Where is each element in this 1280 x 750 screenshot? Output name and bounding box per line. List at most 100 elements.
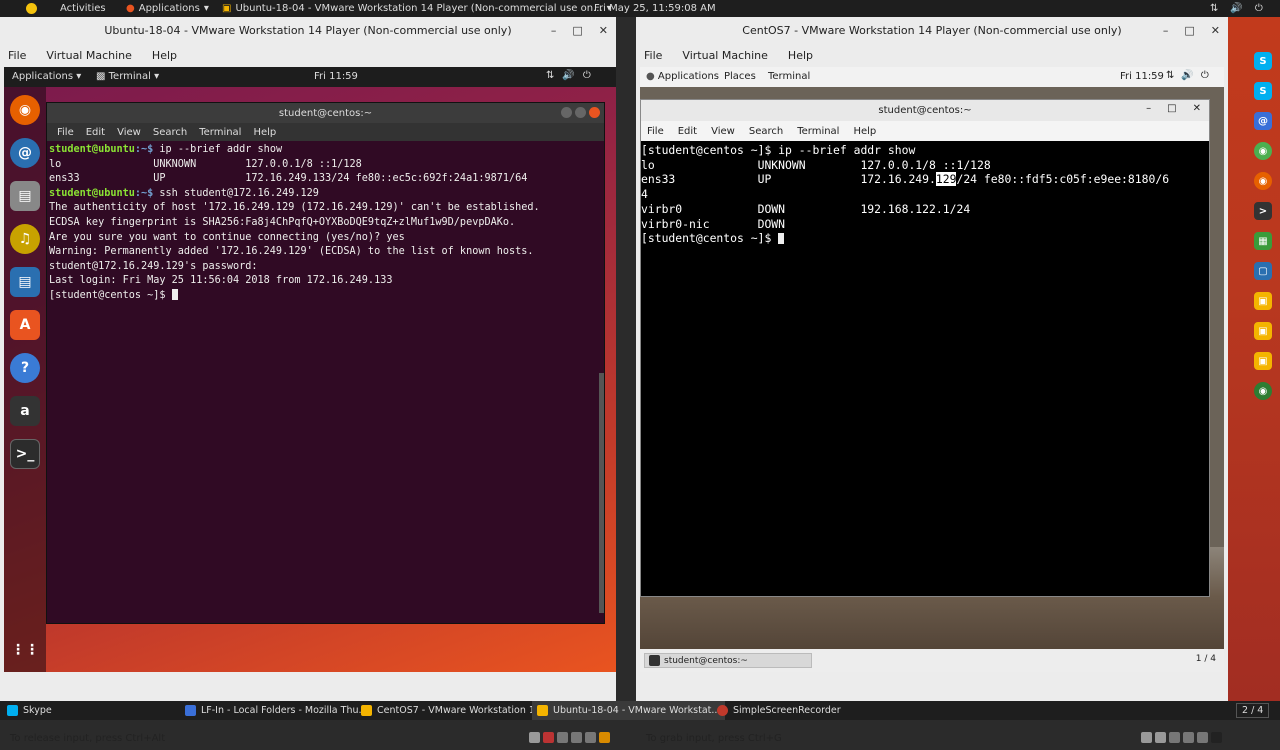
chrome-icon[interactable]: ◉: [1254, 142, 1272, 160]
menu-edit[interactable]: Edit: [86, 127, 105, 138]
minimize-icon[interactable]: –: [1146, 103, 1151, 114]
clock[interactable]: Fri May 25, 11:59:08 AM: [594, 0, 716, 17]
firefox-icon[interactable]: ◉: [10, 95, 40, 125]
menu-view[interactable]: View: [711, 126, 735, 137]
software-center-icon[interactable]: A: [10, 310, 40, 340]
menu-help[interactable]: Help: [152, 49, 177, 62]
cdrom-icon[interactable]: [1155, 732, 1166, 743]
taskbar-item-thunderbird[interactable]: LF-In - Local Folders - Mozilla Thu...: [180, 701, 373, 720]
centos-places-menu[interactable]: Places: [724, 71, 756, 82]
centos-terminal-menu[interactable]: Terminal: [768, 71, 810, 82]
disk-icon[interactable]: [1141, 732, 1152, 743]
taskbar-item-skype[interactable]: Skype: [2, 701, 57, 720]
network-adapter-icon[interactable]: [557, 732, 568, 743]
ubuntu-terminal-window[interactable]: student@centos:~ File Edit View Search T…: [46, 102, 605, 624]
menu-terminal[interactable]: Terminal: [199, 127, 241, 138]
vm-settings-icon[interactable]: [1211, 732, 1222, 743]
menu-file[interactable]: File: [57, 127, 74, 138]
virtualbox-icon[interactable]: ▢: [1254, 262, 1272, 280]
applications-menu[interactable]: ● Applications ▾: [126, 0, 209, 17]
terminal-scrollbar[interactable]: [599, 373, 604, 613]
taskbar-item-centos-vmware[interactable]: CentOS7 - VMware Workstation 1...: [356, 701, 549, 720]
minimize-icon[interactable]: [561, 107, 572, 118]
activities-button[interactable]: Activities: [60, 0, 106, 17]
usb-icon[interactable]: [1183, 732, 1194, 743]
menu-edit[interactable]: Edit: [678, 126, 697, 137]
menu-help[interactable]: Help: [788, 49, 813, 62]
menu-help[interactable]: Help: [253, 127, 276, 138]
ubuntu-guest-screen[interactable]: Applications ▾ ▩ Terminal ▾ Fri 11:59 ⇅ …: [4, 67, 616, 672]
terminal-icon[interactable]: >_: [10, 439, 40, 469]
close-icon[interactable]: ✕: [1211, 24, 1220, 37]
workspace-pager[interactable]: 1 / 4: [1196, 654, 1216, 664]
centos-clock[interactable]: Fri 11:59: [1120, 71, 1164, 82]
selected-text[interactable]: 129: [935, 172, 957, 187]
vmware-icon[interactable]: ▣: [1254, 292, 1272, 310]
writer-icon[interactable]: ▤: [10, 267, 40, 297]
maximize-icon[interactable]: □: [1167, 103, 1176, 114]
skype-alt-icon[interactable]: S: [1254, 82, 1272, 100]
help-icon[interactable]: ?: [10, 353, 40, 383]
user-icon[interactable]: [26, 0, 37, 17]
maximize-icon[interactable]: □: [572, 24, 582, 37]
terminal-output[interactable]: student@ubuntu:~$ ip --brief addr show lo…: [47, 141, 604, 304]
show-applications-icon[interactable]: ⋮⋮: [10, 635, 40, 665]
terminal-output[interactable]: [student@centos ~]$ ip --brief addr show…: [641, 141, 1209, 246]
ubuntu-tray[interactable]: ⇅ 🔊 ⏻: [546, 70, 591, 81]
power-icon[interactable]: ⏻: [583, 70, 591, 81]
maximize-icon[interactable]: □: [1184, 24, 1194, 37]
centos-task-item[interactable]: student@centos:~: [644, 653, 812, 668]
cdrom-icon[interactable]: [543, 732, 554, 743]
skype-icon[interactable]: S: [1254, 52, 1272, 70]
volume-icon[interactable]: 🔊: [1181, 70, 1193, 81]
vmware-alt-icon[interactable]: ▣: [1254, 322, 1272, 340]
menu-view[interactable]: View: [117, 127, 141, 138]
menu-file[interactable]: File: [644, 49, 662, 62]
menu-terminal[interactable]: Terminal: [797, 126, 839, 137]
firefox-icon[interactable]: ◉: [1254, 172, 1272, 190]
close-icon[interactable]: ✕: [1193, 103, 1201, 114]
ubuntu-terminal-menu[interactable]: ▩ Terminal ▾: [96, 71, 159, 82]
centos-terminal-window[interactable]: student@centos:~ – □ ✕ File Edit View Se…: [640, 99, 1210, 597]
terminal-icon[interactable]: >: [1254, 202, 1272, 220]
focused-window-menu[interactable]: ▣ Ubuntu-18-04 - VMware Workstation 14 P…: [222, 0, 612, 17]
sound-icon[interactable]: [1197, 732, 1208, 743]
system-tray[interactable]: ⇅ 🔊 ⏻: [1210, 0, 1263, 17]
disk-icon[interactable]: [529, 732, 540, 743]
globe-icon[interactable]: ◉: [1254, 382, 1272, 400]
menu-file[interactable]: File: [8, 49, 26, 62]
network-icon[interactable]: ⇅: [546, 70, 554, 81]
network-icon[interactable]: ⇅: [1210, 3, 1218, 14]
files-icon[interactable]: ▤: [10, 181, 40, 211]
ubuntu-applications-menu[interactable]: Applications ▾: [12, 71, 81, 82]
vmware-third-icon[interactable]: ▣: [1254, 352, 1272, 370]
minimize-icon[interactable]: –: [551, 24, 557, 37]
menu-search[interactable]: Search: [749, 126, 783, 137]
menu-search[interactable]: Search: [153, 127, 187, 138]
window-titlebar[interactable]: CentOS7 - VMware Workstation 14 Player (…: [636, 17, 1228, 43]
vm-settings-icon[interactable]: [599, 732, 610, 743]
close-icon[interactable]: [589, 107, 600, 118]
taskbar-item-screen-recorder[interactable]: SimpleScreenRecorder: [712, 701, 846, 720]
volume-icon[interactable]: 🔊: [1230, 3, 1242, 14]
thunderbird-icon[interactable]: @: [1254, 112, 1272, 130]
menu-file[interactable]: File: [647, 126, 664, 137]
amazon-icon[interactable]: a: [10, 396, 40, 426]
taskbar-item-ubuntu-vmware[interactable]: Ubuntu-18-04 - VMware Workstat...: [532, 701, 726, 720]
window-titlebar[interactable]: Ubuntu-18-04 - VMware Workstation 14 Pla…: [0, 17, 616, 43]
power-icon[interactable]: ⏻: [1201, 70, 1209, 81]
network-icon[interactable]: ⇅: [1166, 70, 1174, 81]
close-icon[interactable]: ✕: [599, 24, 608, 37]
minimize-icon[interactable]: –: [1163, 24, 1169, 37]
terminal-titlebar[interactable]: student@centos:~: [47, 103, 604, 123]
power-icon[interactable]: ⏻: [1255, 3, 1263, 14]
maximize-icon[interactable]: [575, 107, 586, 118]
spreadsheet-icon[interactable]: ▦: [1254, 232, 1272, 250]
centos-guest-screen[interactable]: ● Applications Places Terminal Fri 11:59…: [640, 67, 1224, 672]
centos-applications-menu[interactable]: ● Applications: [646, 71, 719, 82]
menu-virtual-machine[interactable]: Virtual Machine: [682, 49, 768, 62]
ubuntu-clock[interactable]: Fri 11:59: [314, 71, 358, 82]
thunderbird-icon[interactable]: @: [10, 138, 40, 168]
terminal-titlebar[interactable]: student@centos:~ – □ ✕: [641, 100, 1209, 121]
volume-icon[interactable]: 🔊: [562, 70, 574, 81]
